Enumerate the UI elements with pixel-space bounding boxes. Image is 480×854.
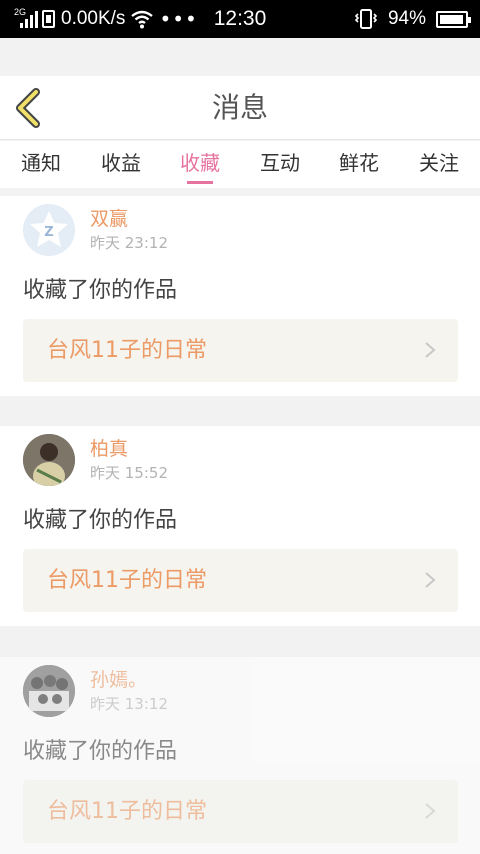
active-tab-indicator — [187, 181, 213, 184]
page-title: 消息 — [211, 91, 268, 124]
tab-earnings[interactable]: 收益 — [91, 141, 151, 188]
work-title: 台风11子的日常 — [47, 568, 207, 593]
tab-label: 通知 — [21, 151, 61, 175]
sender-name[interactable]: 孙嫣。 — [90, 665, 147, 692]
tab-label: 互动 — [260, 151, 300, 175]
chevron-right-icon — [425, 572, 436, 588]
sender-name[interactable]: 双赢 — [90, 204, 128, 231]
work-link[interactable]: 台风11子的日常 — [23, 319, 458, 382]
tab-bar: 通知 收益 收藏 互动 鲜花 关注 — [0, 141, 480, 188]
tab-label: 鲜花 — [339, 151, 379, 175]
message-card: Z 双赢 昨天 23:12 收藏了你的作品 台风11子的日常 — [0, 196, 480, 396]
svg-text:Z: Z — [44, 225, 53, 240]
action-text: 收藏了你的作品 — [23, 278, 178, 303]
tab-label: 收益 — [101, 151, 141, 175]
header-bar: 消息 — [0, 76, 480, 140]
tab-label: 收藏 — [180, 151, 220, 175]
avatar[interactable]: Z — [23, 204, 75, 256]
tab-notifications[interactable]: 通知 — [11, 141, 71, 188]
work-link[interactable]: 台风11子的日常 — [23, 780, 458, 843]
sender-name[interactable]: 柏真 — [90, 434, 128, 461]
chevron-right-icon — [425, 342, 436, 358]
chevron-right-icon — [425, 803, 436, 819]
tab-flowers[interactable]: 鲜花 — [329, 141, 389, 188]
work-title: 台风11子的日常 — [47, 799, 207, 824]
tab-favorites[interactable]: 收藏 — [170, 141, 230, 188]
status-bar: 2G 0.00K/s ••• 12:30 94% — [0, 0, 480, 38]
vibrate-icon — [354, 9, 378, 29]
work-link[interactable]: 台风11子的日常 — [23, 549, 458, 612]
avatar[interactable] — [23, 434, 75, 486]
tab-label: 关注 — [419, 151, 459, 175]
battery-icon — [436, 10, 471, 28]
timestamp: 昨天 23:12 — [90, 234, 168, 252]
battery-percent: 94% — [387, 8, 426, 29]
timestamp: 昨天 15:52 — [90, 464, 168, 482]
work-title: 台风11子的日常 — [47, 338, 207, 363]
tab-following[interactable]: 关注 — [409, 141, 469, 188]
tab-interactions[interactable]: 互动 — [250, 141, 310, 188]
message-card: 孙嫣。 昨天 13:12 收藏了你的作品 台风11子的日常 — [0, 657, 480, 854]
timestamp: 昨天 13:12 — [90, 695, 168, 713]
action-text: 收藏了你的作品 — [23, 508, 178, 533]
message-card: 柏真 昨天 15:52 收藏了你的作品 台风11子的日常 — [0, 426, 480, 626]
avatar[interactable] — [23, 665, 75, 717]
action-text: 收藏了你的作品 — [23, 739, 178, 764]
